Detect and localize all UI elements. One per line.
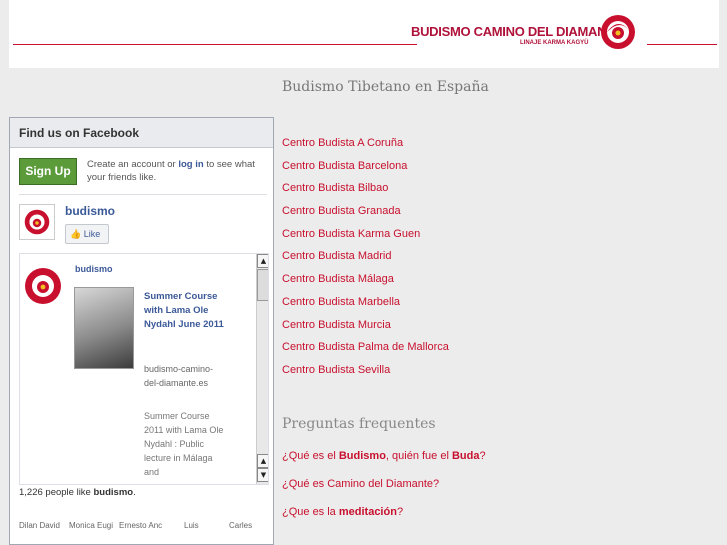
faq-link-budismo[interactable]: ¿Qué es el Budismo, quién fue el Buda?	[282, 450, 486, 462]
like-button[interactable]: 👍 Like	[65, 224, 109, 244]
faq-heading: Preguntas frequentes	[282, 416, 436, 432]
faq-q3-bold: meditación	[338, 506, 397, 518]
faq-q1-pre: ¿Qué es el	[282, 450, 339, 462]
faq-link-camino[interactable]: ¿Qué es Camino del Diamante?	[282, 478, 439, 490]
thumbs-up-icon: 👍	[70, 229, 82, 239]
center-link[interactable]: Centro Budista Granada	[282, 205, 449, 228]
post-author[interactable]: budismo	[75, 264, 113, 274]
header-divider-left	[13, 44, 417, 45]
likes-text: people like	[42, 487, 94, 498]
likes-page-name: budismo	[93, 487, 134, 498]
center-link[interactable]: Centro Budista Marbella	[282, 296, 449, 319]
divider	[19, 194, 267, 195]
faq-q1-end: ?	[479, 450, 486, 462]
friend-name[interactable]: Luis	[184, 521, 199, 530]
stream-scrollbar[interactable]: ▲ ▲ ▼	[256, 254, 268, 484]
facebook-box-title: Find us on Facebook	[10, 118, 273, 148]
center-link[interactable]: Centro Budista Málaga	[282, 273, 449, 296]
friend-name[interactable]: Carles	[229, 521, 252, 530]
post-link-title[interactable]: Summer Course with Lama Ole Nydahl June …	[144, 290, 224, 332]
faq-q3-pre: ¿Que es la	[282, 506, 339, 518]
center-link[interactable]: Centro Budista A Coruña	[282, 137, 449, 160]
logo-icon[interactable]	[598, 13, 638, 51]
faq-q1-bold1: Budismo	[338, 450, 386, 462]
signup-button[interactable]: Sign Up	[19, 158, 77, 185]
faq-q1-mid: , quién fue el	[385, 450, 452, 462]
post-description: Summer Course 2011 with Lama Ole Nydahl …	[144, 411, 224, 477]
post-thumbnail[interactable]	[74, 287, 134, 369]
friends-list: Dilan David Monica Eugi Ernesto Anc Luis…	[19, 521, 269, 535]
center-link[interactable]: Centro Budista Karma Guen	[282, 228, 449, 251]
centers-list: Centro Budista A Coruña Centro Budista B…	[282, 137, 449, 387]
scroll-up-icon[interactable]: ▲	[257, 254, 268, 268]
login-link[interactable]: log in	[178, 159, 203, 170]
site-title: Budismo Tibetano en España	[282, 79, 489, 95]
center-link[interactable]: Centro Budista Sevilla	[282, 364, 449, 387]
center-link[interactable]: Centro Budista Bilbao	[282, 182, 449, 205]
friend-name[interactable]: Dilan David	[19, 521, 60, 530]
brand-name[interactable]: BUDISMO CAMINO DEL DIAMANTE	[411, 24, 623, 39]
faq-q1-bold2: Buda	[451, 450, 480, 462]
likes-count: 1,226 people like budismo.	[19, 487, 136, 498]
site-header: BUDISMO CAMINO DEL DIAMANTE LINAJE KARMA…	[9, 0, 719, 68]
signup-text-pre: Create an account or	[87, 159, 179, 170]
page-avatar[interactable]	[19, 204, 55, 240]
center-link[interactable]: Centro Budista Barcelona	[282, 160, 449, 183]
scroll-down-icon[interactable]: ▼	[257, 468, 268, 482]
signup-row: Sign Up Create an account or log in to s…	[19, 158, 269, 194]
page-stream: budismo Summer Course with Lama Ole Nyda…	[19, 253, 269, 485]
center-link[interactable]: Centro Budista Palma de Mallorca	[282, 341, 449, 364]
likes-number: 1,226	[19, 487, 43, 498]
post-domain: budismo-camino-del-diamante.es	[144, 364, 214, 388]
post-author-avatar[interactable]	[20, 264, 66, 308]
signup-text: Create an account or log in to see what …	[87, 158, 272, 184]
center-link[interactable]: Centro Budista Madrid	[282, 250, 449, 273]
scroll-thumb[interactable]	[257, 269, 268, 301]
like-label: Like	[83, 229, 101, 239]
scroll-up-bottom-icon[interactable]: ▲	[257, 454, 268, 468]
brand-subtitle: LINAJE KARMA KAGYÜ	[520, 40, 589, 46]
header-divider-right	[647, 44, 717, 45]
facebook-like-box: Find us on Facebook Sign Up Create an ac…	[9, 117, 274, 545]
likes-end: .	[133, 487, 136, 498]
friend-name[interactable]: Monica Eugi	[69, 521, 113, 530]
friend-name[interactable]: Ernesto Anc	[119, 521, 162, 530]
faq-link-meditacion[interactable]: ¿Que es la meditación?	[282, 506, 403, 518]
page-name-link[interactable]: budismo	[65, 204, 115, 218]
faq-q3-end: ?	[396, 506, 404, 518]
center-link[interactable]: Centro Budista Murcia	[282, 319, 449, 342]
